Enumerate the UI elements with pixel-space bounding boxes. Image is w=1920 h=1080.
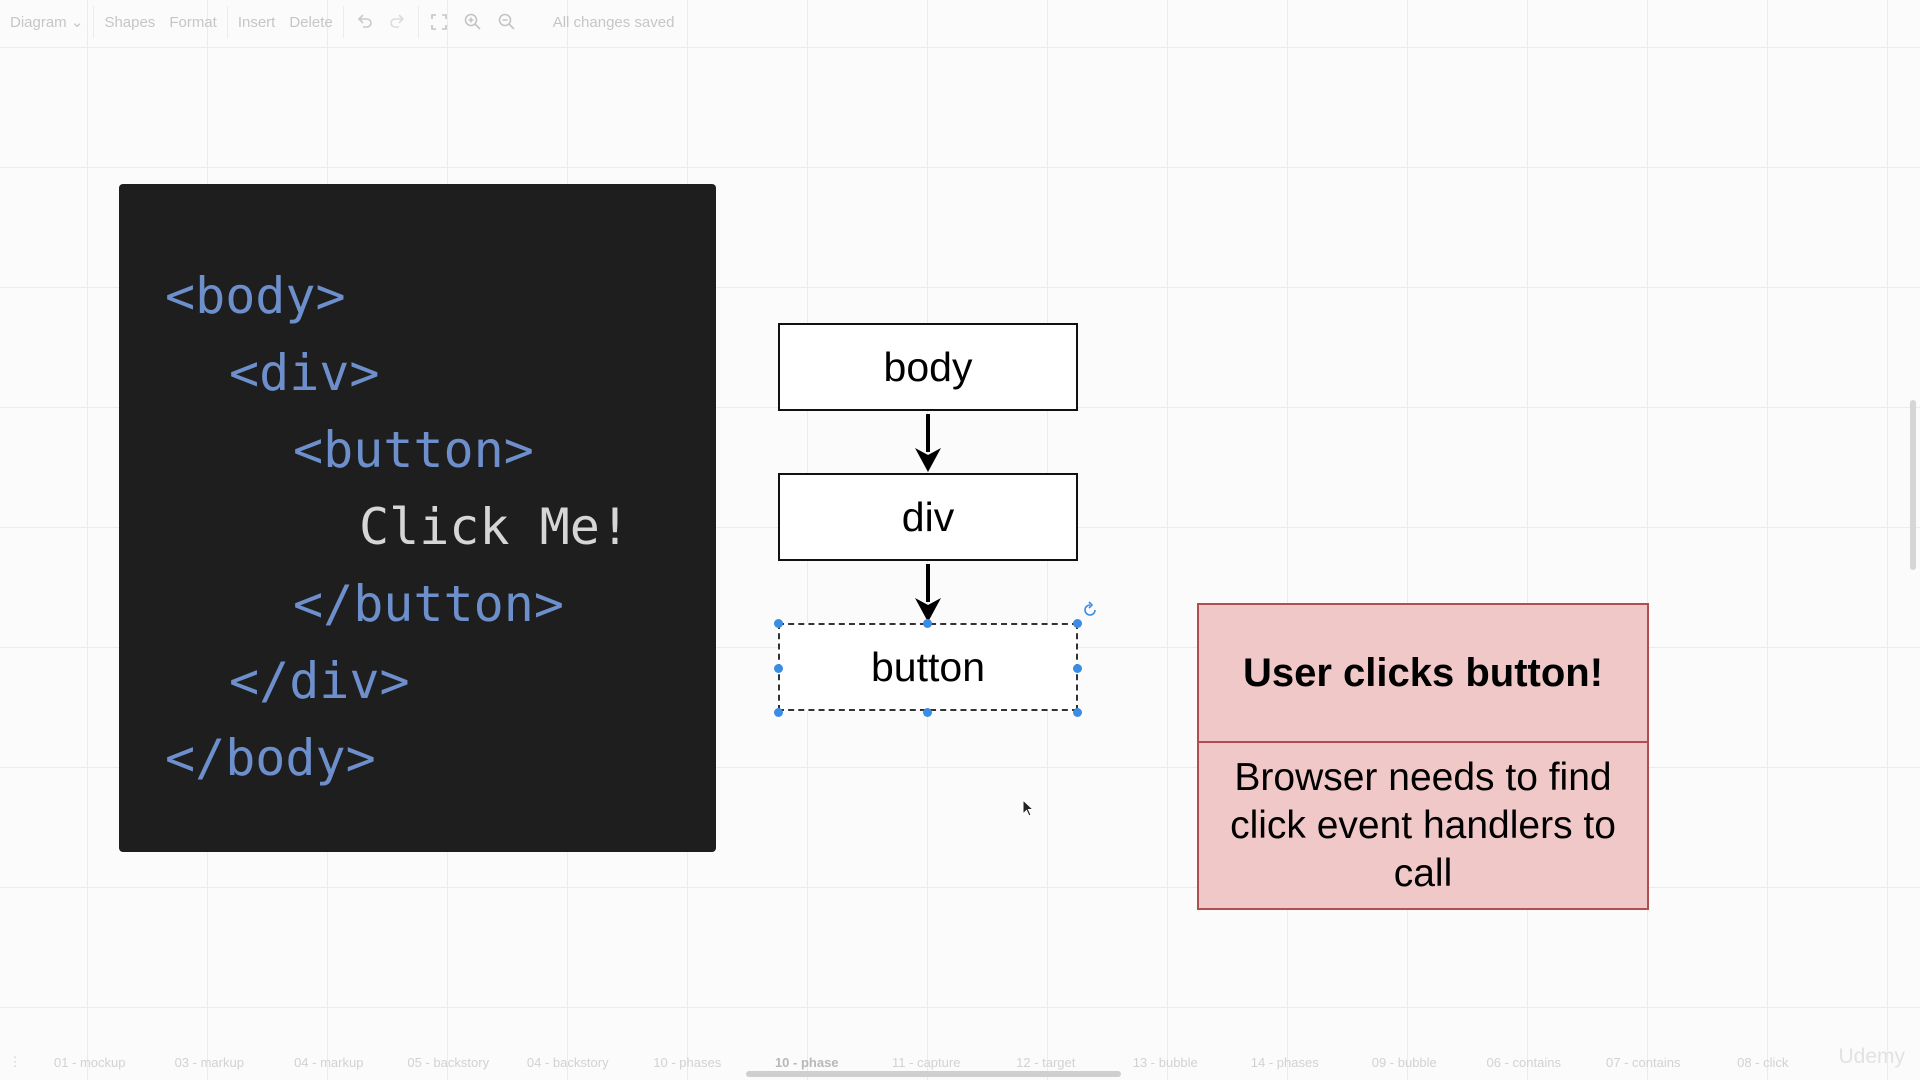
page-menu-icon[interactable]: ⋮ [0,1054,30,1070]
page-tab[interactable]: 07 - contains [1584,1055,1704,1070]
page-tab-active[interactable]: 10 - phase [747,1055,867,1070]
resize-handle[interactable] [774,619,783,628]
resize-handle[interactable] [923,619,932,628]
resize-handle[interactable] [774,664,783,673]
flow-node-label: button [871,643,985,690]
page-tab[interactable]: 09 - bubble [1345,1055,1465,1070]
flow-node-button[interactable]: button [778,623,1078,711]
page-tab[interactable]: 08 - click [1703,1055,1823,1070]
page-tab[interactable]: 03 - markup [150,1055,270,1070]
resize-handle[interactable] [774,708,783,717]
rotate-icon[interactable] [1081,601,1099,619]
flow-node-label: body [883,343,973,390]
page-tab[interactable]: 14 - phases [1225,1055,1345,1070]
page-tabs: ⋮ 01 - mockup 03 - markup 04 - markup 05… [0,1052,1920,1072]
page-tab[interactable]: 13 - bubble [1106,1055,1226,1070]
resize-handle[interactable] [1073,708,1082,717]
arrow-div-to-button[interactable] [915,564,941,622]
vertical-scrollbar[interactable] [1910,400,1916,570]
page-tab[interactable]: 04 - markup [269,1055,389,1070]
horizontal-scrollbar[interactable] [746,1071,1121,1077]
udemy-watermark: Udemy [1838,1045,1905,1068]
page-tab[interactable]: 05 - backstory [389,1055,509,1070]
cursor-icon [1022,799,1035,817]
callout-title: User clicks button! [1199,605,1647,743]
page-tab[interactable]: 06 - contains [1464,1055,1584,1070]
callout-body: Browser needs to find click event handle… [1230,756,1616,895]
page-tab[interactable]: 11 - capture [867,1055,987,1070]
flow-node-div[interactable]: div [778,473,1078,561]
page-tab[interactable]: 01 - mockup [30,1055,150,1070]
page-tab[interactable]: 04 - backstory [508,1055,628,1070]
flow-node-body[interactable]: body [778,323,1078,411]
resize-handle[interactable] [923,708,932,717]
page-tab[interactable]: 12 - target [986,1055,1106,1070]
page-tab[interactable]: 10 - phases [628,1055,748,1070]
resize-handle[interactable] [1073,619,1082,628]
arrow-body-to-div[interactable] [915,414,941,472]
callout-box[interactable]: User clicks button! Browser needs to fin… [1197,603,1649,910]
resize-handle[interactable] [1073,664,1082,673]
flow-node-label: div [901,493,955,540]
